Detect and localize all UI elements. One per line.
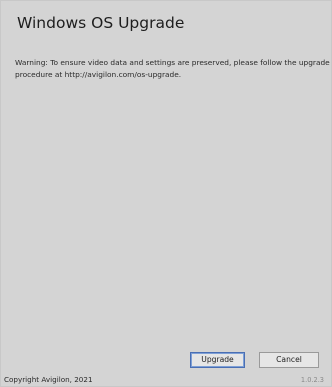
copyright-text: Copyright Avigilon, 2021 <box>4 375 93 384</box>
version-label: 1.0.2.3 <box>300 376 324 384</box>
warning-message: Warning: To ensure video data and settin… <box>15 58 330 79</box>
cancel-button[interactable]: Cancel <box>259 352 319 368</box>
upgrade-button[interactable]: Upgrade <box>190 352 245 368</box>
dialog-title: Windows OS Upgrade <box>17 14 185 32</box>
upgrade-dialog: Windows OS Upgrade Warning: To ensure vi… <box>0 0 332 387</box>
